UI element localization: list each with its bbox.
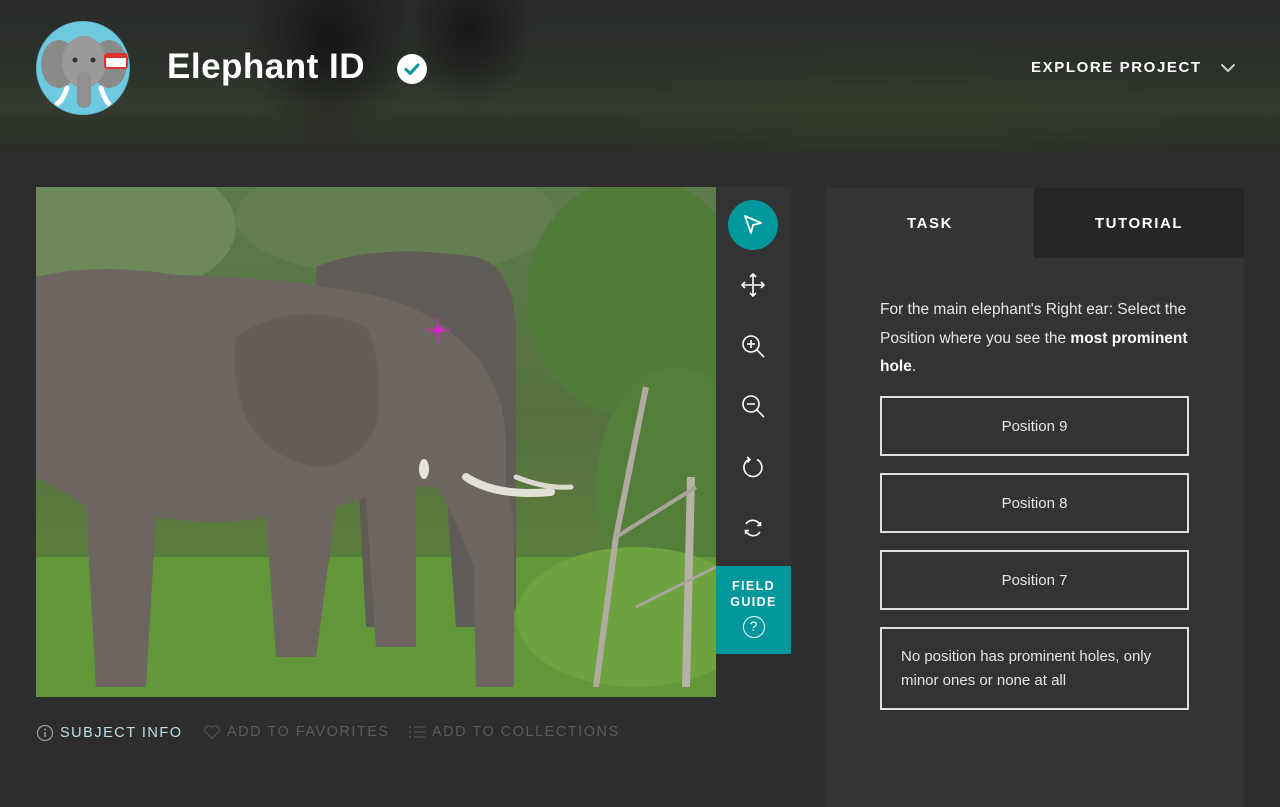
info-icon xyxy=(36,724,54,742)
verified-check-icon xyxy=(397,54,427,84)
heart-icon xyxy=(204,725,220,740)
answer-position-8[interactable]: Position 8 xyxy=(880,473,1189,533)
elephant-photo xyxy=(36,187,716,697)
zoom-in-button[interactable] xyxy=(728,321,778,371)
chevron-down-icon xyxy=(1220,63,1235,72)
tab-tutorial[interactable]: TUTORIAL xyxy=(1034,188,1244,258)
elephant-avatar-icon xyxy=(37,22,129,114)
reset-icon xyxy=(744,519,762,537)
task-panel: TASK TUTORIAL For the main elephant's Ri… xyxy=(826,188,1244,807)
reset-button[interactable] xyxy=(728,503,778,553)
project-avatar[interactable] xyxy=(36,21,130,115)
zoom-in-icon xyxy=(742,335,765,358)
question-end: . xyxy=(911,358,917,375)
answer-no-position[interactable]: No position has prominent holes, only mi… xyxy=(880,627,1189,710)
project-title[interactable]: Elephant ID xyxy=(167,47,365,87)
pointer-tool-button[interactable] xyxy=(728,200,778,250)
project-header: Elephant ID EXPLORE PROJECT xyxy=(0,0,1280,151)
tab-task[interactable]: TASK xyxy=(826,188,1034,258)
add-to-favorites-button[interactable]: ADD TO FAVORITES xyxy=(203,724,390,740)
rotate-button[interactable] xyxy=(728,442,778,492)
explore-project-menu[interactable]: EXPLORE PROJECT xyxy=(1031,59,1236,76)
list-icon xyxy=(409,726,425,738)
subject-info-label: SUBJECT INFO xyxy=(60,725,183,741)
explore-project-label: EXPLORE PROJECT xyxy=(1031,59,1202,76)
help-question-icon: ? xyxy=(742,616,765,638)
answer-position-7[interactable]: Position 7 xyxy=(880,550,1189,610)
answer-position-9[interactable]: Position 9 xyxy=(880,396,1189,456)
move-icon xyxy=(740,272,766,298)
task-question: For the main elephant's Right ear: Selec… xyxy=(880,296,1200,382)
field-guide-button[interactable]: FIELD GUIDE ? xyxy=(716,566,791,654)
rotate-icon xyxy=(743,456,763,478)
add-to-collections-button[interactable]: ADD TO COLLECTIONS xyxy=(408,724,620,740)
add-to-collections-label: ADD TO COLLECTIONS xyxy=(432,724,620,740)
field-guide-label-1: FIELD xyxy=(731,579,776,593)
move-tool-button[interactable] xyxy=(728,260,778,310)
pointer-icon xyxy=(744,215,762,234)
image-toolbar xyxy=(716,187,791,567)
subject-info-button[interactable]: SUBJECT INFO xyxy=(36,724,182,742)
zoom-out-button[interactable] xyxy=(728,381,778,431)
add-to-favorites-label: ADD TO FAVORITES xyxy=(227,724,390,740)
zoom-out-icon xyxy=(742,395,765,418)
subject-image[interactable] xyxy=(36,187,716,697)
field-guide-label-2: GUIDE xyxy=(730,595,777,609)
